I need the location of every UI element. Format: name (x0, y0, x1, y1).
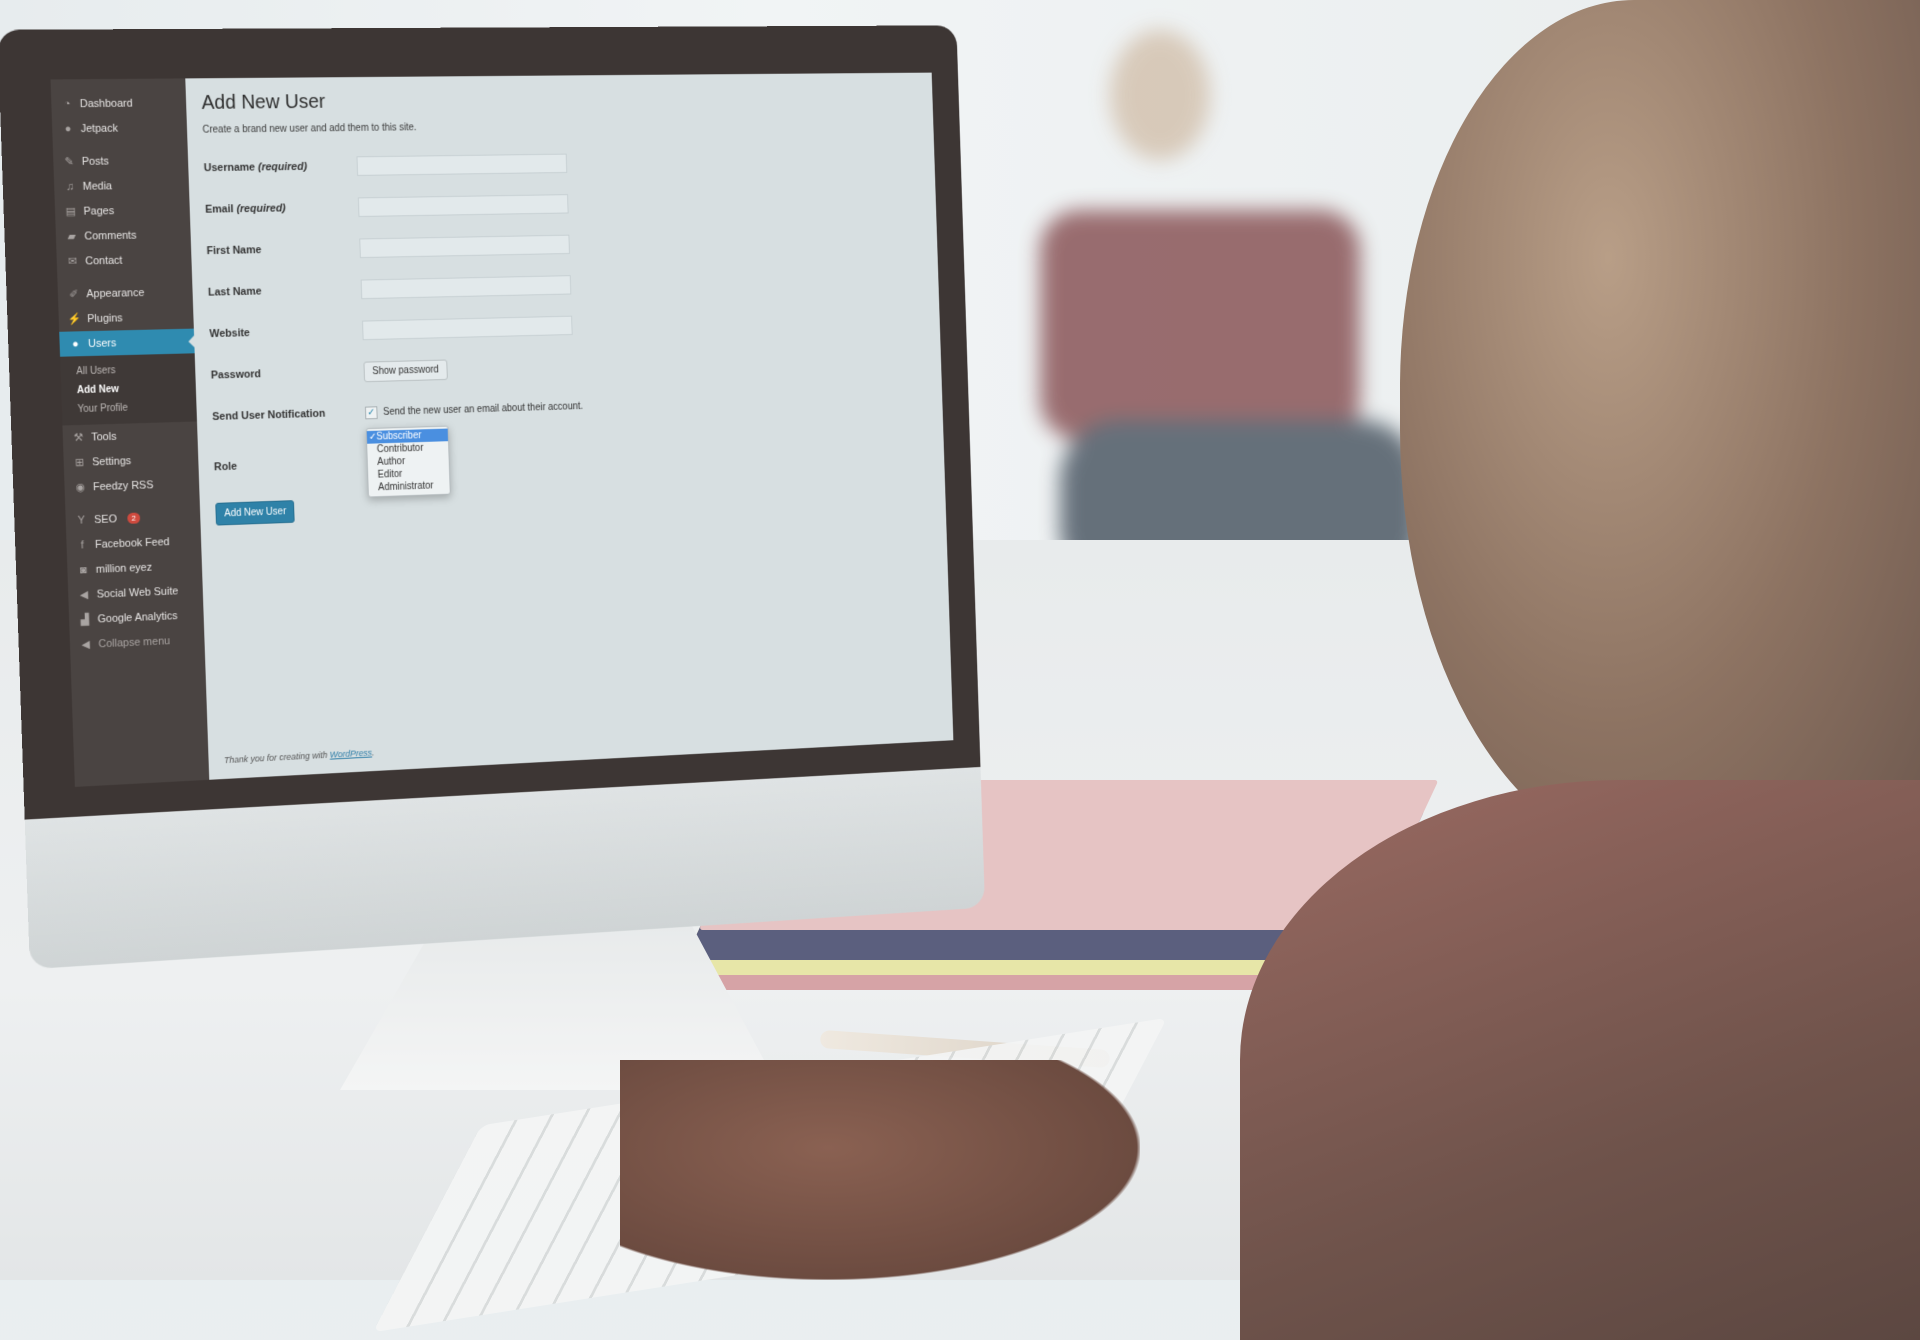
seo-notification-badge: 2 (127, 512, 140, 524)
footer-credit: Thank you for creating with WordPress. (223, 747, 375, 766)
sidebar-item-pages[interactable]: ▤ Pages (55, 197, 191, 224)
last-name-label: Last Name (207, 285, 262, 299)
chart-icon: ▟ (80, 613, 90, 627)
username-label: Username (required) (203, 160, 308, 175)
email-label: Email (required) (205, 202, 286, 216)
sidebar-item-jetpack[interactable]: ● Jetpack (52, 115, 188, 141)
notification-option[interactable]: ✓ Send the new user an email about their… (364, 400, 584, 419)
paintbrush-icon: ✐ (68, 288, 79, 301)
pages-icon: ▤ (65, 205, 77, 218)
notification-text: Send the new user an email about their a… (382, 400, 584, 418)
admin-sidebar: ◔ Dashboard ● Jetpack ✎ Posts ♫ Media ▤ Pages… (50, 78, 210, 787)
role-option-subscriber[interactable]: Subscriber (366, 428, 449, 444)
wrench-icon: ⚒ (73, 431, 84, 445)
envelope-icon: ✉ (67, 255, 78, 268)
notification-label: Send User Notification (212, 407, 326, 423)
sidebar-item-dashboard[interactable]: ◔ Dashboard (51, 90, 187, 116)
username-input[interactable] (356, 153, 568, 176)
typing-hands (620, 1060, 1140, 1280)
sidebar-item-plugins[interactable]: ⚡ Plugins (58, 304, 193, 332)
sidebar-item-appearance[interactable]: ✐ Appearance (57, 279, 192, 307)
first-name-input[interactable] (359, 234, 570, 259)
show-password-button[interactable]: Show password (363, 359, 448, 382)
facebook-icon: f (80, 538, 85, 551)
settings-icon: ⊞ (74, 456, 85, 469)
monitor: ◔ Dashboard ● Jetpack ✎ Posts ♫ Media ▤ Pages… (0, 25, 994, 989)
collapse-icon: ◀ (81, 638, 91, 652)
camera-icon: ◙ (79, 563, 87, 576)
jetpack-icon: ● (64, 122, 72, 135)
foreground-person (1240, 0, 1920, 1340)
first-name-label: First Name (206, 244, 262, 258)
role-option-administrator[interactable]: Administrator (368, 479, 449, 494)
megaphone-icon: ◀ (79, 589, 89, 602)
collapse-menu-button[interactable]: ◀ Collapse menu (70, 627, 205, 658)
role-label: Role (213, 460, 238, 474)
wordpress-admin-screen: ◔ Dashboard ● Jetpack ✎ Posts ♫ Media ▤ Pages… (50, 72, 954, 787)
plug-icon: ⚡ (67, 313, 82, 326)
add-new-user-button[interactable]: Add New User (215, 500, 296, 526)
sidebar-item-comments[interactable]: ▰ Comments (56, 222, 192, 249)
email-input[interactable] (357, 194, 569, 217)
sidebar-item-media[interactable]: ♫ Media (54, 172, 190, 199)
page-intro: Create a brand new user and add them to … (202, 122, 417, 136)
page-title: Add New User (201, 91, 326, 114)
rss-icon: ◉ (75, 481, 86, 494)
seo-icon: Y (77, 513, 86, 527)
dashboard-icon: ◔ (63, 97, 71, 110)
sidebar-item-posts[interactable]: ✎ Posts (53, 148, 189, 175)
users-submenu: All Users Add New Your Profile (60, 353, 198, 426)
sidebar-item-users[interactable]: ● Users (59, 328, 195, 357)
submenu-your-profile[interactable]: Your Profile (62, 397, 197, 420)
website-label: Website (209, 327, 251, 341)
last-name-input[interactable] (360, 275, 572, 300)
comment-icon: ▰ (67, 230, 77, 243)
website-input[interactable] (362, 315, 573, 341)
pin-icon: ✎ (64, 156, 74, 169)
notification-checkbox[interactable]: ✓ (364, 405, 378, 419)
user-icon: ● (71, 337, 79, 350)
main-content: Add New User Create a brand new user and… (185, 73, 953, 780)
media-icon: ♫ (65, 180, 75, 193)
role-dropdown[interactable]: Subscriber Contributor Author Editor Adm… (365, 425, 451, 498)
sidebar-item-contact[interactable]: ✉ Contact (56, 247, 192, 274)
password-label: Password (210, 368, 262, 382)
wordpress-link[interactable]: WordPress (330, 748, 373, 760)
